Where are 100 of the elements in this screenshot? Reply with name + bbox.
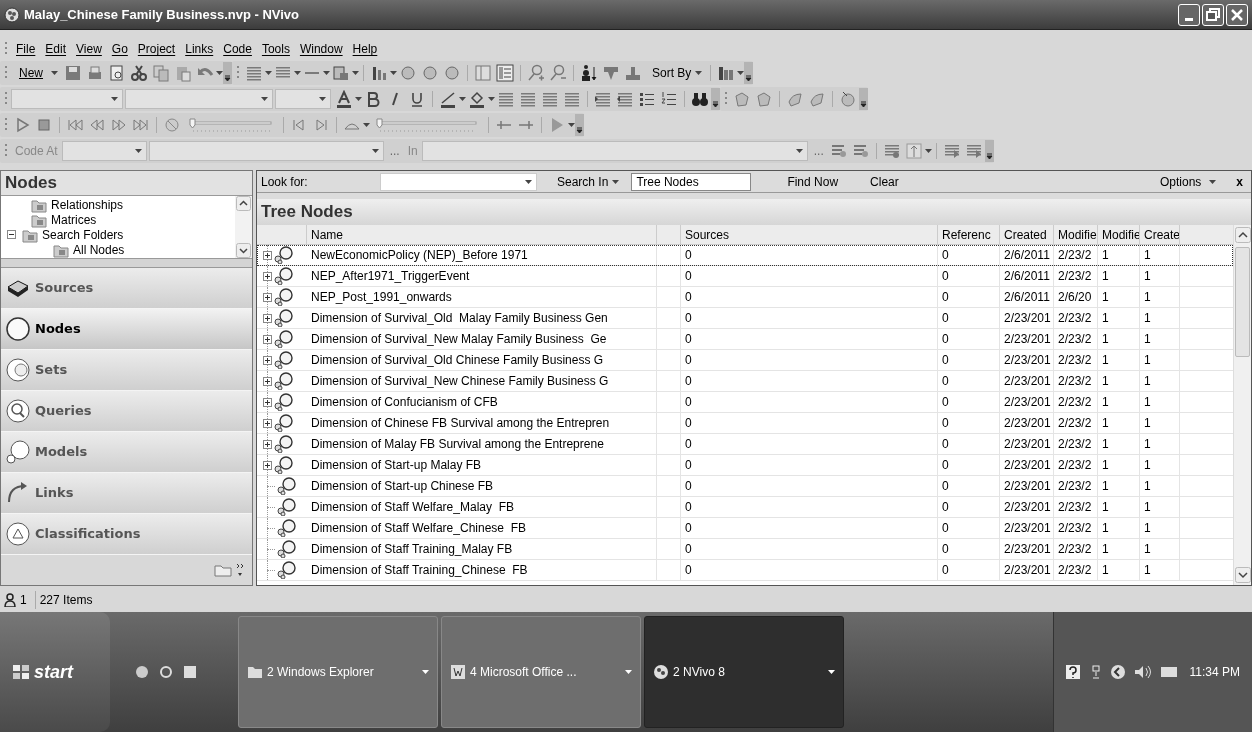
column-header[interactable]: Sources xyxy=(681,225,938,244)
align-left-icon[interactable] xyxy=(497,90,515,108)
expand-icon[interactable] xyxy=(263,460,272,470)
caret-icon[interactable] xyxy=(488,97,495,101)
nav-button[interactable]: Sets xyxy=(1,350,252,391)
caret-icon[interactable] xyxy=(134,149,142,153)
scroll-down-icon[interactable] xyxy=(1234,567,1251,583)
find-now-button[interactable]: Find Now xyxy=(783,172,843,191)
table-row[interactable]: Dimension of Survival_Old Chinese Family Business G 0 0 2/23/201 2/23/2 1 1 xyxy=(257,350,1233,371)
slider[interactable] xyxy=(187,116,275,134)
bullet-list-icon[interactable] xyxy=(638,90,656,108)
caret-icon[interactable] xyxy=(612,179,620,184)
new-button[interactable]: New xyxy=(11,64,51,82)
expand-icon[interactable] xyxy=(263,271,272,281)
caret-icon[interactable] xyxy=(371,149,379,153)
caret-icon[interactable] xyxy=(216,71,223,75)
scroll-up-icon[interactable] xyxy=(1234,227,1251,243)
slider-thumb[interactable] xyxy=(189,118,196,129)
list-icon[interactable] xyxy=(245,64,263,82)
scroll-thumb[interactable] xyxy=(1235,247,1250,357)
column-header[interactable]: Modifie xyxy=(1054,225,1098,244)
column-header[interactable]: Created xyxy=(1000,225,1054,244)
in-field[interactable] xyxy=(421,141,808,161)
table-row[interactable]: NewEconomicPolicy (NEP)_Before 1971 0 0 2/6/2011 2/23/2 1 1 xyxy=(257,245,1233,266)
scrollbar[interactable] xyxy=(235,196,252,258)
search-in-field[interactable]: Tree Nodes xyxy=(631,172,752,191)
line-color-icon[interactable] xyxy=(439,90,457,108)
caret-icon[interactable] xyxy=(261,97,268,101)
overflow-icon[interactable] xyxy=(711,88,720,110)
caret-icon[interactable] xyxy=(1209,179,1217,184)
table-row[interactable]: NEP_After1971_TriggerEvent 0 0 2/6/2011 2/23/2 1 1 xyxy=(257,266,1233,287)
font-field[interactable] xyxy=(11,89,123,109)
font-size-field[interactable] xyxy=(125,89,273,109)
monitor-icon[interactable] xyxy=(1159,665,1178,679)
caret-icon[interactable] xyxy=(294,71,301,75)
caret-icon[interactable] xyxy=(363,123,370,127)
node-field[interactable] xyxy=(148,141,384,161)
table-row[interactable]: Dimension of Chinese FB Survival among the Entrepren 0 0 2/23/201 2/23/2 1 1 xyxy=(257,413,1233,434)
taskbar-button[interactable]: 2 NVivo 8 xyxy=(644,616,844,728)
menu-item[interactable]: Help xyxy=(347,40,383,58)
caret-icon[interactable] xyxy=(111,97,118,101)
menu-item[interactable]: View xyxy=(71,40,107,58)
scrollbar[interactable] xyxy=(1233,225,1251,585)
caret-icon[interactable] xyxy=(924,149,932,153)
nav-button[interactable]: Sources xyxy=(1,268,252,309)
scroll-down-icon[interactable] xyxy=(236,243,251,258)
slider[interactable] xyxy=(374,116,480,134)
overflow-icon[interactable] xyxy=(859,88,868,110)
caret-icon[interactable] xyxy=(355,97,362,101)
table-row[interactable]: Dimension of Staff Welfare_Chinese FB 0 0 2/23/201 2/23/2 1 1 xyxy=(257,518,1233,539)
menu-item[interactable]: Code xyxy=(218,40,257,58)
menu-item[interactable]: Tools xyxy=(256,40,295,58)
print-preview-icon[interactable] xyxy=(108,64,126,82)
options-button[interactable]: Options xyxy=(1155,172,1221,191)
clear-button[interactable]: Clear xyxy=(866,172,903,191)
look-for-field[interactable] xyxy=(380,172,537,191)
menu-item[interactable]: Links xyxy=(180,40,219,58)
column-header[interactable]: Referenc xyxy=(938,225,1000,244)
fast-forward-icon[interactable] xyxy=(110,116,128,134)
restore-button[interactable] xyxy=(1202,3,1224,26)
indent-icon[interactable] xyxy=(616,90,634,108)
style-field[interactable] xyxy=(275,89,331,109)
tree-item[interactable]: Relationships xyxy=(51,197,124,212)
stamp-icon[interactable] xyxy=(624,64,642,82)
tree-item[interactable]: Matrices xyxy=(51,212,97,227)
minimize-button[interactable] xyxy=(1178,3,1200,26)
caret-icon[interactable] xyxy=(459,97,466,101)
caret-icon[interactable] xyxy=(795,149,803,153)
menu-item[interactable]: Project xyxy=(132,40,181,58)
browse-button[interactable]: ... xyxy=(809,142,828,160)
binoculars-icon[interactable] xyxy=(691,90,709,108)
close-button[interactable]: x xyxy=(1232,172,1247,191)
expand-icon[interactable] xyxy=(263,439,272,449)
skip-end-icon[interactable] xyxy=(132,116,150,134)
expand-icon[interactable] xyxy=(263,313,272,323)
nav-button[interactable]: Models xyxy=(1,432,252,473)
align-center-icon[interactable] xyxy=(519,90,537,108)
sort-icon[interactable] xyxy=(580,64,598,82)
table-row[interactable]: Dimension of Staff Training_Malay FB 0 0 2/23/201 2/23/2 1 1 xyxy=(257,539,1233,560)
caret-icon[interactable] xyxy=(828,670,835,674)
align-right-icon[interactable] xyxy=(541,90,559,108)
column-header[interactable]: Name xyxy=(307,225,657,244)
expand-icon[interactable] xyxy=(263,334,272,344)
caret-icon[interactable] xyxy=(319,97,326,101)
column-header[interactable]: Create xyxy=(1140,225,1180,244)
overflow-icon[interactable] xyxy=(984,140,994,162)
browse-button[interactable]: ... xyxy=(385,142,404,160)
table-row[interactable]: Dimension of Confucianism of CFB 0 0 2/23/201 2/23/2 1 1 xyxy=(257,392,1233,413)
zoom-out-icon[interactable] xyxy=(549,64,567,82)
caret-icon[interactable] xyxy=(323,71,330,75)
overflow-icon[interactable] xyxy=(744,62,754,84)
caret-icon[interactable] xyxy=(51,71,58,75)
table-row[interactable]: Dimension of Malay FB Survival among the Entreprene 0 0 2/23/201 2/23/2 1 1 xyxy=(257,434,1233,455)
nav-button[interactable]: Nodes xyxy=(1,309,252,350)
caret-icon[interactable] xyxy=(525,179,532,184)
search-in-button[interactable]: Search In xyxy=(553,172,624,191)
expand-icon[interactable] xyxy=(263,397,272,407)
fill-color-icon[interactable] xyxy=(468,90,486,108)
table-row[interactable]: Dimension of Staff Training_Chinese FB 0 0 2/23/201 2/23/2 1 1 xyxy=(257,560,1233,581)
table-row[interactable]: Dimension of Survival_New Chinese Family Business G 0 0 2/23/201 2/23/2 1 1 xyxy=(257,371,1233,392)
